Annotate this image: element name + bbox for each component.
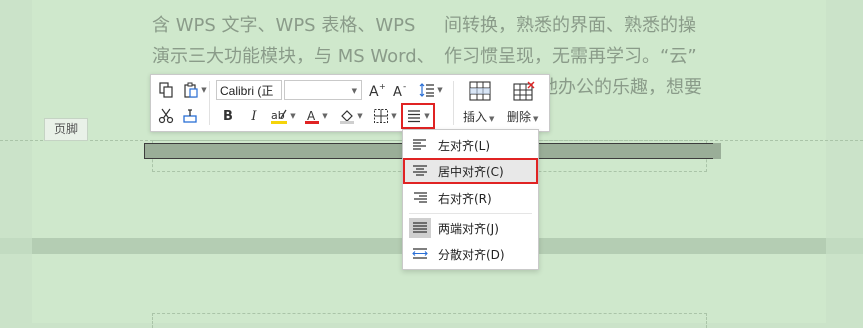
font-color-button[interactable]: A ▼ [301, 105, 331, 127]
menu-item-label: 两端对齐(J) [438, 221, 499, 236]
chevron-down-icon: ▼ [290, 112, 296, 120]
page-gap-left [0, 238, 32, 254]
format-painter-icon [183, 109, 197, 123]
copy-button[interactable] [155, 79, 177, 101]
chevron-down-icon: ▼ [351, 87, 357, 95]
doc-text-left-column: 含 WPS 文字、WPS 表格、WPS 演示三大功能模块，与 MS Word、 [152, 10, 435, 72]
line-spacing-button[interactable]: ▼ [415, 79, 447, 101]
chevron-down-icon: ▼ [201, 86, 207, 94]
increase-font-size-button[interactable]: A + [367, 79, 387, 101]
align-distributed-icon [412, 248, 428, 259]
bold-icon: B [223, 108, 233, 124]
chevron-down-icon: ▼ [391, 112, 397, 120]
menu-item-label: 左对齐(L) [438, 138, 491, 153]
page-gap-right [826, 238, 863, 254]
delete-button[interactable] [509, 79, 539, 103]
alignment-menu: 左对齐(L) 居中对齐(C) 右对齐(R) 两端对齐(J) 分散对齐(D) [402, 129, 539, 270]
chevron-down-icon: ▼ [322, 112, 328, 120]
italic-icon: I [251, 108, 257, 124]
toolbar-separator [453, 81, 454, 125]
chevron-down-icon: ▼ [437, 86, 443, 94]
scissors-icon [158, 108, 174, 124]
border-grid-icon [374, 109, 389, 123]
font-color-icon: A [305, 109, 320, 124]
font-name-select[interactable]: Calibri (正 [216, 80, 282, 100]
align-right-icon [414, 192, 427, 203]
align-center-icon [413, 165, 427, 176]
paste-button[interactable]: ▼ [179, 79, 211, 101]
doc-text-line: 演示三大功能模块，与 MS Word、 [152, 46, 435, 67]
justify-icon-box [409, 218, 431, 238]
menu-item-align-center[interactable]: 居中对齐(C) [403, 158, 538, 184]
italic-button[interactable]: I [243, 105, 265, 127]
menu-item-align-left[interactable]: 左对齐(L) [403, 132, 538, 158]
svg-text:+: + [379, 82, 386, 91]
format-painter-button[interactable] [179, 105, 201, 127]
insert-label-text: 插入 [463, 110, 488, 124]
header-area-next-page[interactable] [152, 313, 707, 328]
footer-selection-end [713, 143, 721, 159]
floating-format-toolbar: ▼ Calibri (正 ▼ A+ A- ▼ B I ab ▼ A ▼ ▼ ▼ [150, 74, 550, 132]
highlight-color-button[interactable]: ab ▼ [267, 105, 299, 127]
svg-text:A: A [307, 109, 316, 123]
align-left-icon [413, 139, 426, 150]
svg-text:-: - [403, 82, 406, 92]
shrink-font-icon: A- [393, 82, 406, 98]
paint-bucket-icon [340, 110, 355, 124]
borders-button[interactable]: ▼ [369, 105, 401, 127]
footer-label[interactable]: 页脚 [44, 118, 88, 141]
insert-button[interactable] [463, 79, 497, 103]
menu-item-label: 居中对齐(C) [438, 164, 504, 179]
chevron-down-icon: ▼ [489, 115, 495, 123]
svg-text:A: A [393, 85, 402, 98]
chevron-down-icon: ▼ [533, 115, 539, 123]
doc-text-line: 作习惯呈现，无需再学习。“云” [444, 46, 697, 67]
bold-button[interactable]: B [217, 105, 239, 127]
menu-item-justify[interactable]: 两端对齐(J) [403, 215, 538, 241]
font-size-select[interactable]: ▼ [284, 80, 362, 100]
menu-separator [409, 213, 532, 214]
menu-item-label: 右对齐(R) [438, 191, 492, 206]
align-justify-icon [413, 222, 427, 233]
menu-item-label: 分散对齐(D) [438, 247, 505, 262]
cut-button[interactable] [155, 105, 177, 127]
highlighter-icon: ab [271, 109, 288, 124]
menu-item-distributed[interactable]: 分散对齐(D) [403, 241, 538, 267]
svg-text:A: A [369, 84, 379, 98]
shading-button[interactable]: ▼ [335, 105, 367, 127]
doc-text-line: 间转换，熟悉的界面、熟悉的操 [444, 15, 696, 36]
insert-label[interactable]: 插入 ▼ [463, 108, 494, 125]
copy-icon [159, 82, 173, 98]
delete-label[interactable]: 删除 ▼ [507, 108, 538, 125]
table-delete-icon [513, 81, 535, 101]
line-spacing-icon [419, 83, 435, 97]
alignment-button-highlight [401, 103, 435, 129]
decrease-font-size-button[interactable]: A- [391, 79, 411, 101]
table-insert-icon [469, 81, 491, 101]
menu-item-align-right[interactable]: 右对齐(R) [403, 185, 538, 211]
toolbar-separator [209, 81, 210, 125]
delete-label-text: 删除 [507, 110, 532, 124]
paste-icon [184, 82, 198, 98]
doc-text-line: 含 WPS 文字、WPS 表格、WPS [152, 15, 416, 36]
grow-font-icon: A + [369, 82, 386, 98]
chevron-down-icon: ▼ [357, 112, 363, 120]
